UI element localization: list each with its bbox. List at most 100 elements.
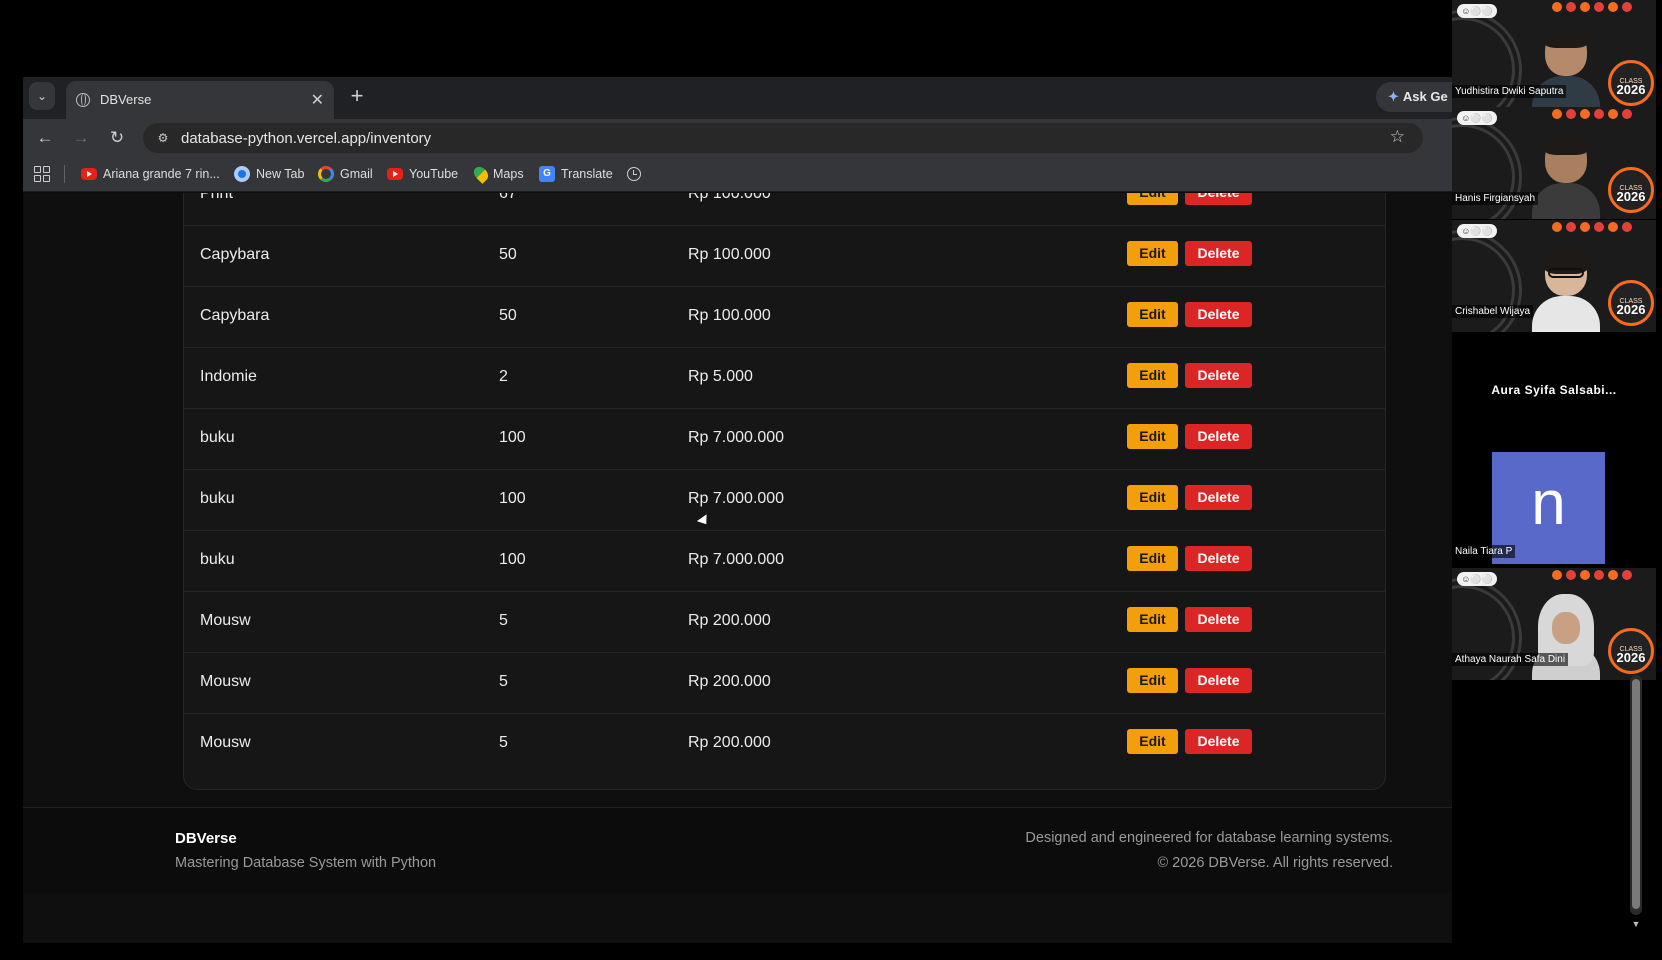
back-button[interactable]: ← — [32, 125, 58, 151]
item-price: Rp 200.000 — [688, 734, 771, 751]
edit-button[interactable]: Edit — [1127, 546, 1178, 571]
item-quantity: 100 — [499, 551, 526, 568]
bookmark-star-icon[interactable]: ☆ — [1390, 127, 1405, 147]
item-quantity: 2 — [499, 368, 508, 385]
delete-button[interactable]: Delete — [1185, 302, 1252, 327]
new-tab-icon — [234, 166, 250, 182]
edit-button[interactable]: Edit — [1127, 729, 1178, 754]
edit-button[interactable]: Edit — [1127, 193, 1178, 205]
item-quantity: 5 — [499, 673, 508, 690]
browser-window: ⌄ DBVerse ✕ + ✦ Ask Ge ← → ↻ ⚙ database-p… — [23, 77, 1452, 943]
item-quantity: 100 — [499, 429, 526, 446]
edit-button[interactable]: Edit — [1127, 485, 1178, 510]
scrollbar-thumb[interactable] — [1632, 679, 1640, 909]
item-price: Rp 7.000.000 — [688, 429, 785, 446]
item-name: buku — [200, 429, 235, 446]
translate-icon: G — [539, 166, 555, 182]
item-name: Mousw — [200, 673, 251, 690]
apps-grid-icon[interactable] — [34, 166, 50, 182]
participant-name: Athaya Naurah Safa Dini — [1452, 653, 1569, 666]
forward-button[interactable]: → — [68, 125, 94, 151]
delete-button[interactable]: Delete — [1185, 485, 1252, 510]
bookmark-label: New Tab — [256, 167, 305, 181]
bookmark-label: Gmail — [340, 167, 373, 181]
history-button[interactable] — [627, 165, 641, 183]
class-badge: 2026 — [1608, 623, 1654, 677]
participant-tile[interactable]: ☺⚪⚪ 2026 Yudhistira Dwiki Saputra — [1452, 0, 1656, 112]
participant-name: Yudhistira Dwiki Saputra — [1452, 85, 1567, 98]
participant-video — [1532, 133, 1600, 219]
bookmark-label: YouTube — [409, 167, 459, 181]
item-name: buku — [200, 490, 235, 507]
inventory-table: Print 67 Rp 100.000 Edit Delete Capybara 50 Rp … — [183, 193, 1386, 790]
participant-tile[interactable]: ☺⚪⚪ 2026 Hanis Firgiansyah — [1452, 107, 1656, 219]
participant-name-no-video: Aura Syifa Salsabi... — [1491, 383, 1617, 397]
item-quantity: 5 — [499, 612, 508, 629]
participants-scrollbar[interactable]: ▼ — [1630, 675, 1642, 929]
url-text: database-python.vercel.app/inventory — [181, 130, 432, 147]
reload-button[interactable]: ↻ — [104, 125, 130, 151]
participant-tile[interactable]: ☺⚪⚪ 2026 Crishabel Wijaya — [1452, 220, 1656, 332]
item-price: Rp 7.000.000 — [688, 490, 785, 507]
footer-tagline: Mastering Database System with Python — [175, 855, 437, 871]
item-name: buku — [200, 551, 235, 568]
item-price: Rp 5.000 — [688, 368, 753, 385]
edit-button[interactable]: Edit — [1127, 668, 1178, 693]
delete-button[interactable]: Delete — [1185, 193, 1252, 205]
item-quantity: 5 — [499, 734, 508, 751]
edit-button[interactable]: Edit — [1127, 424, 1178, 449]
table-row: Capybara 50 Rp 100.000 Edit Delete — [184, 225, 1385, 287]
reaction-icons: ☺⚪⚪ — [1457, 224, 1497, 238]
item-quantity: 100 — [499, 490, 526, 507]
footer-designed: Designed and engineered for database lea… — [1025, 830, 1393, 846]
item-price: Rp 100.000 — [688, 246, 771, 263]
delete-button[interactable]: Delete — [1185, 546, 1252, 571]
delete-button[interactable]: Delete — [1185, 241, 1252, 266]
item-quantity: 67 — [499, 193, 517, 202]
ask-gemini-button[interactable]: ✦ Ask Ge — [1376, 82, 1452, 112]
table-row: buku 100 Rp 7.000.000 Edit Delete — [184, 530, 1385, 592]
delete-button[interactable]: Delete — [1185, 607, 1252, 632]
participant-tile[interactable]: ☺⚪⚪ 2026 Athaya Naurah Safa Dini — [1452, 568, 1656, 680]
page-viewport: Print 67 Rp 100.000 Edit Delete Capybara 50 Rp … — [23, 193, 1452, 943]
meeting-participants-panel: ☺⚪⚪ 2026 Yudhistira Dwiki Saputra ☺⚪⚪ 20… — [1452, 0, 1662, 960]
table-row: buku 100 Rp 7.000.000 Edit Delete — [184, 408, 1385, 470]
tab-search-button[interactable]: ⌄ — [29, 82, 55, 110]
bookmark-ariana[interactable]: Ariana grande 7 rin... — [81, 165, 220, 183]
close-tab-icon[interactable]: ✕ — [311, 90, 324, 110]
delete-button[interactable]: Delete — [1185, 363, 1252, 388]
reaction-icons: ☺⚪⚪ — [1457, 111, 1497, 125]
item-name: Indomie — [200, 368, 257, 385]
active-tab[interactable]: DBVerse ✕ — [66, 81, 334, 119]
participant-name: Naila Tiara P — [1452, 545, 1516, 558]
address-bar[interactable]: ⚙ database-python.vercel.app/inventory ☆ — [143, 123, 1423, 153]
scroll-down-icon[interactable]: ▼ — [1630, 919, 1642, 929]
browser-toolbar: ← → ↻ ⚙ database-python.vercel.app/inven… — [23, 119, 1452, 156]
site-info-icon[interactable]: ⚙ — [151, 126, 175, 150]
item-name: Capybara — [200, 307, 270, 324]
bookmark-label: Maps — [493, 167, 524, 181]
edit-button[interactable]: Edit — [1127, 302, 1178, 327]
item-quantity: 50 — [499, 246, 517, 263]
bookmarks-divider — [64, 165, 65, 183]
class-badge: 2026 — [1608, 275, 1654, 329]
bookmark-label: Ariana grande 7 rin... — [103, 167, 220, 181]
table-row: Indomie 2 Rp 5.000 Edit Delete — [184, 347, 1385, 409]
participant-video — [1532, 594, 1600, 680]
edit-button[interactable]: Edit — [1127, 607, 1178, 632]
bookmark-gmail[interactable]: Gmail — [318, 165, 373, 183]
delete-button[interactable]: Delete — [1185, 424, 1252, 449]
table-row: Mousw 5 Rp 200.000 Edit Delete — [184, 713, 1385, 775]
footer-copyright: © 2026 DBVerse. All rights reserved. — [1157, 855, 1393, 871]
delete-button[interactable]: Delete — [1185, 668, 1252, 693]
delete-button[interactable]: Delete — [1185, 729, 1252, 754]
bookmark-new-tab[interactable]: New Tab — [234, 165, 304, 183]
edit-button[interactable]: Edit — [1127, 363, 1178, 388]
bookmark-translate[interactable]: G Translate — [539, 165, 613, 183]
bookmark-youtube[interactable]: YouTube — [387, 165, 458, 183]
edit-button[interactable]: Edit — [1127, 241, 1178, 266]
table-row: Mousw 5 Rp 200.000 Edit Delete — [184, 652, 1385, 714]
class-badge: 2026 — [1608, 55, 1654, 109]
bookmark-maps[interactable]: Maps — [471, 164, 524, 184]
new-tab-button[interactable]: + — [343, 83, 371, 111]
